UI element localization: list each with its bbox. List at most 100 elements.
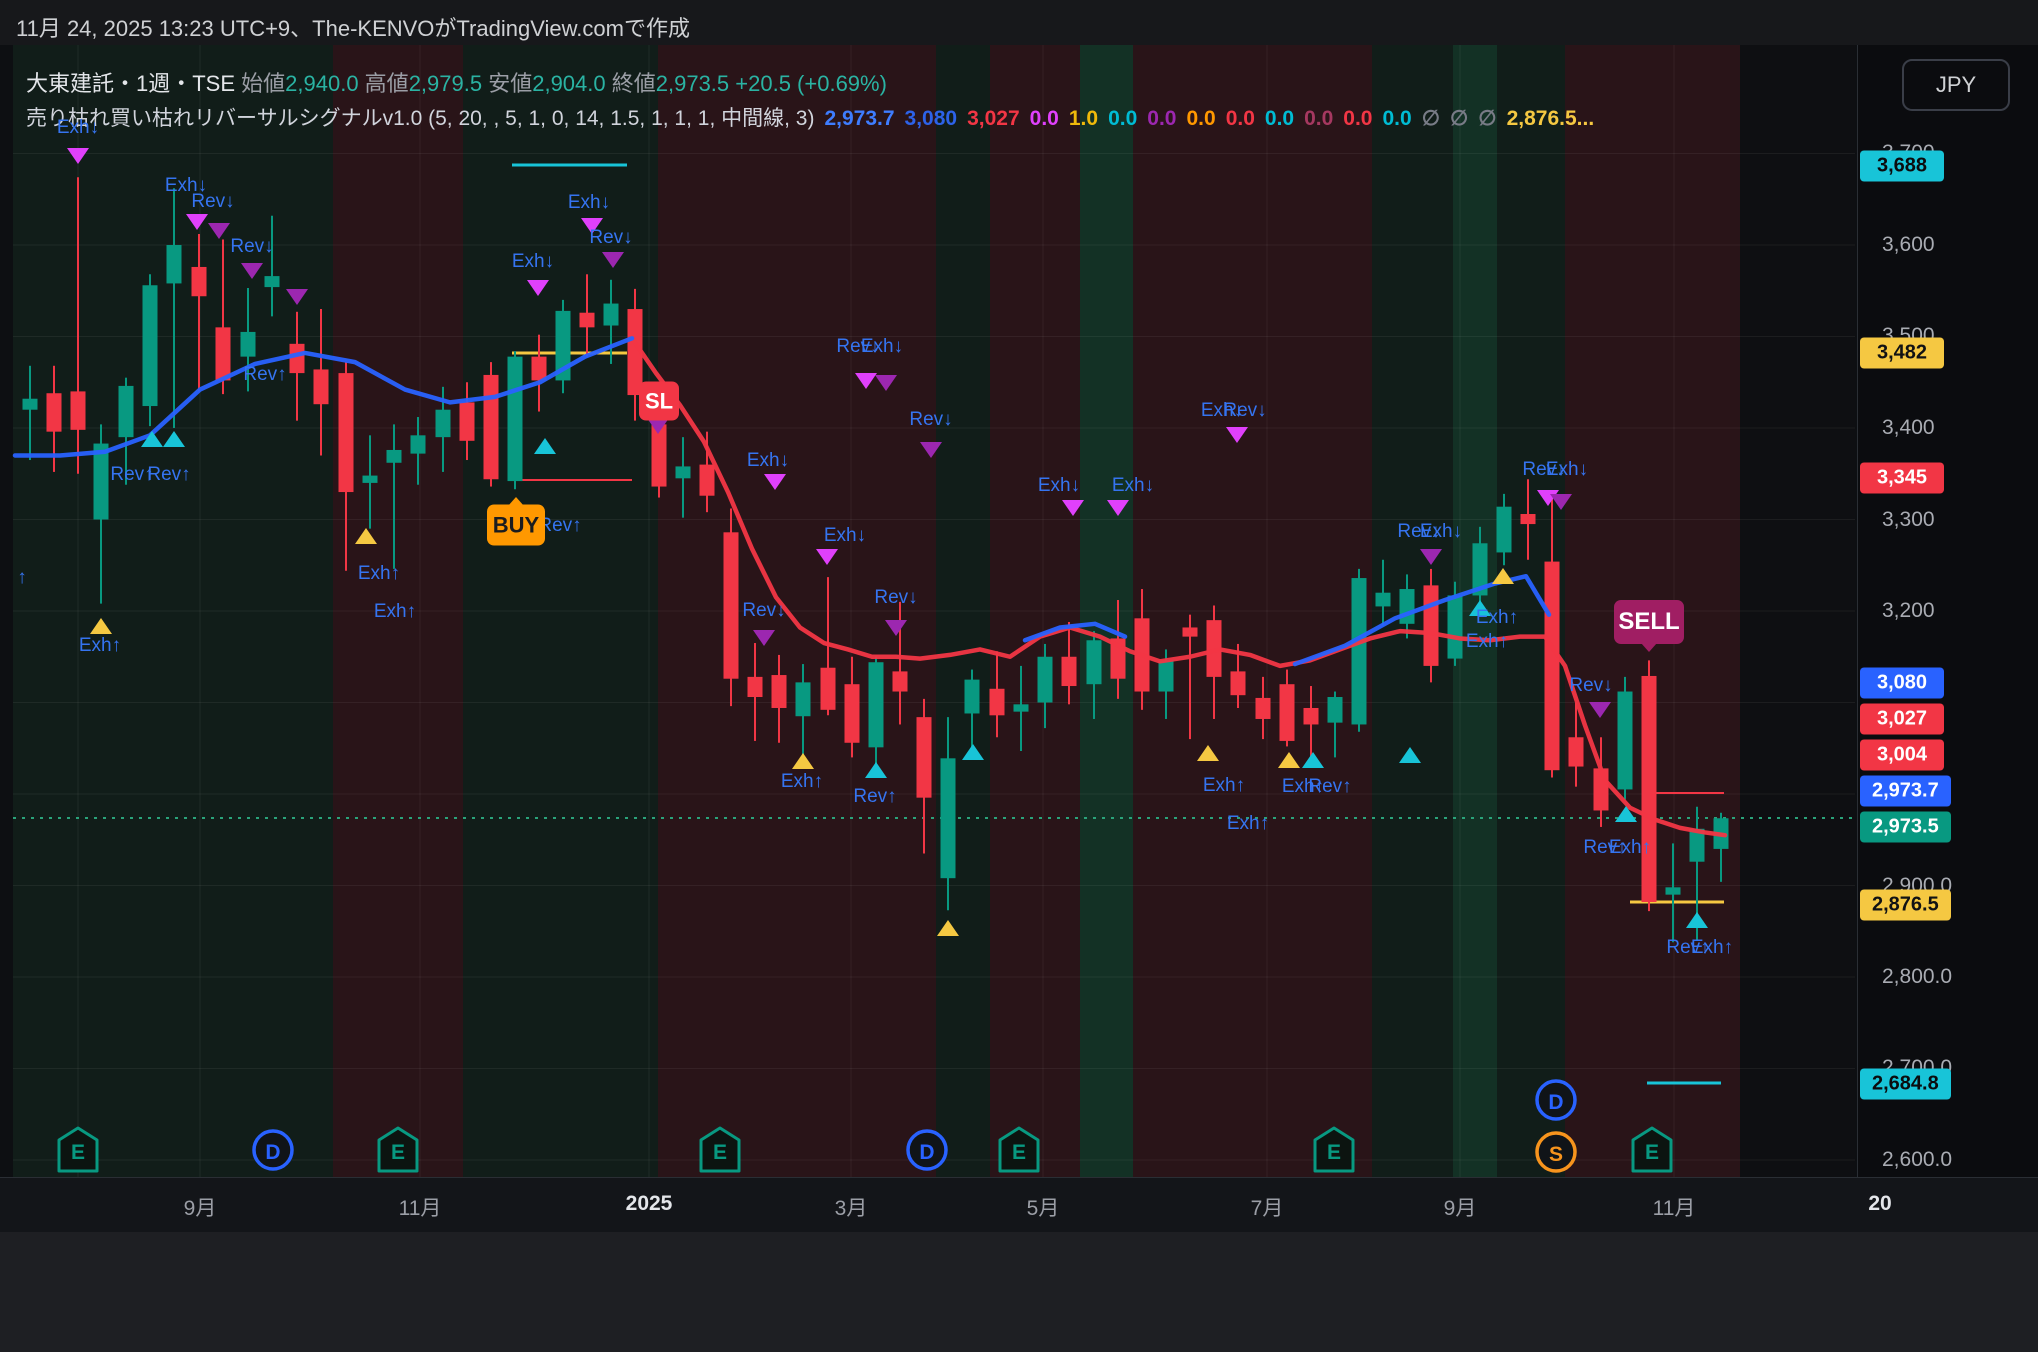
- indicator-value: 0.0: [1383, 107, 1412, 130]
- signal-label: Exh↓: [861, 336, 903, 358]
- candle-body: [339, 373, 354, 492]
- signal-label: Rev↓: [191, 191, 234, 213]
- currency-toggle-button[interactable]: JPY: [1902, 59, 2010, 111]
- chart-pane[interactable]: EDEEDEEDSE: [0, 0, 2038, 1352]
- symbol-header: 大東建託・1週・TSE 始値2,940.0 高値2,979.5 安値2,904.…: [26, 66, 887, 98]
- signal-label: Exh↓: [57, 117, 99, 139]
- candle-body: [1038, 657, 1053, 703]
- candle-body: [1521, 514, 1536, 524]
- candle-body: [845, 684, 860, 743]
- candle-body: [216, 327, 231, 380]
- candle-body: [917, 717, 932, 798]
- time-tick: 9月: [184, 1192, 217, 1222]
- ohlc-value: 2,979.5: [409, 71, 489, 96]
- candle-body: [796, 682, 811, 716]
- candle-body: [700, 465, 715, 496]
- candle-body: [1183, 627, 1198, 636]
- candle-body: [192, 267, 207, 296]
- candle-body: [47, 393, 62, 431]
- buy-badge: BUY: [487, 505, 545, 546]
- signal-label: Exh↑: [1476, 607, 1518, 629]
- signal-label: Rev↓: [909, 409, 952, 431]
- ohlc-label: 終値: [612, 71, 656, 96]
- bottom-strip: TradingView: [0, 1232, 2038, 1352]
- candle-body: [1014, 704, 1029, 711]
- candle-body: [990, 689, 1005, 716]
- candle-body: [71, 391, 86, 429]
- event-marker-letter: E: [713, 1141, 727, 1164]
- candle-body: [1231, 671, 1246, 695]
- candle-body: [941, 758, 956, 878]
- indicator-value: 0.0: [1226, 107, 1255, 130]
- indicator-value: 3,080: [905, 107, 958, 130]
- signal-label: Rev↑: [853, 786, 896, 808]
- time-scale[interactable]: 9月11月20253月5月7月9月11月20: [0, 1177, 2038, 1233]
- price-tick: 3,400: [1882, 416, 1935, 440]
- indicator-value: ∅: [1450, 107, 1468, 130]
- time-tick: 7月: [1251, 1192, 1284, 1222]
- signal-label: Exh↑: [1466, 631, 1508, 653]
- signal-label: Rev↓: [742, 600, 785, 622]
- indicator-value: 2,973.7: [824, 107, 894, 130]
- ohlc-value: 2,973.5: [656, 71, 736, 96]
- symbol-title: 大東建託・1週・TSE: [26, 71, 241, 96]
- candle-body: [94, 444, 109, 520]
- indicator-value: 2,876.5...: [1507, 107, 1595, 130]
- event-marker-letter: S: [1549, 1143, 1563, 1166]
- price-badge: 2,684.8: [1860, 1069, 1951, 1100]
- signal-label: Exh↑: [1609, 837, 1651, 859]
- candle-body: [1062, 657, 1077, 686]
- signal-label: Exh↑: [781, 771, 823, 793]
- indicator-value: 0.0: [1265, 107, 1294, 130]
- event-marker-letter: D: [1548, 1091, 1563, 1114]
- event-marker-letter: D: [919, 1141, 934, 1164]
- indicator-value: 0.0: [1343, 107, 1372, 130]
- candle-body: [604, 304, 619, 326]
- candle-body: [1280, 684, 1295, 741]
- time-tick: 20: [1868, 1192, 1891, 1216]
- candle-body: [241, 332, 256, 357]
- indicator-value: ∅: [1422, 107, 1440, 130]
- event-marker-letter: D: [265, 1141, 280, 1164]
- price-badge: 2,973.7: [1860, 776, 1951, 807]
- signal-label: Exh↑: [1691, 937, 1733, 959]
- signal-label: Exh↑: [1203, 775, 1245, 797]
- tradingview-chart-window: 11月 24, 2025 13:23 UTC+9、The-KENVOがTradi…: [0, 0, 2038, 1352]
- signal-label: Rev↓: [230, 236, 273, 258]
- candle-body: [1159, 660, 1174, 691]
- candle-body: [652, 424, 667, 486]
- indicator-value: 0.0: [1304, 107, 1333, 130]
- indicator-header: 売り枯れ買い枯れリバーサルシグナルv1.0 (5, 20, , 5, 1, 0,…: [26, 102, 1594, 132]
- price-badge: 2,876.5: [1860, 890, 1951, 921]
- time-tick: 5月: [1027, 1192, 1060, 1222]
- candle-body: [387, 450, 402, 463]
- candle-body: [1545, 562, 1560, 771]
- candle-body: [1256, 698, 1271, 719]
- sell-badge-pointer: [1641, 643, 1657, 652]
- indicator-value: 1.0: [1069, 107, 1098, 130]
- candle-body: [1497, 507, 1512, 553]
- candle-body: [580, 313, 595, 328]
- candle-body: [748, 677, 763, 697]
- event-marker-letter: E: [1645, 1141, 1659, 1164]
- price-badge: 3,482: [1860, 338, 1944, 369]
- candle-body: [508, 357, 523, 481]
- signal-label: ↑: [17, 567, 27, 589]
- signal-label: Rev↑: [1308, 776, 1351, 798]
- signal-label: Exh↑: [1227, 813, 1269, 835]
- sell-badge: SELL: [1614, 600, 1684, 644]
- indicator-title: 売り枯れ買い枯れリバーサルシグナルv1.0 (5, 20, , 5, 1, 0,…: [26, 107, 814, 130]
- price-scale[interactable]: JPY 3,7003,6003,5003,4003,3003,2002,900.…: [1857, 45, 2038, 1177]
- candle-body: [23, 399, 38, 410]
- signal-label: Exh↓: [1201, 400, 1243, 422]
- signal-label: Exh↓: [512, 251, 554, 273]
- price-badge: 3,345: [1860, 463, 1944, 494]
- price-badge: 2,973.5: [1860, 812, 1951, 843]
- time-tick: 2025: [626, 1192, 673, 1216]
- candle-body: [1618, 692, 1633, 790]
- event-marker-letter: E: [1012, 1141, 1026, 1164]
- buy-badge-pointer: [508, 497, 524, 506]
- indicator-value: 3,027: [967, 107, 1020, 130]
- signal-label: Rev↓: [1569, 675, 1612, 697]
- candle-body: [460, 402, 475, 440]
